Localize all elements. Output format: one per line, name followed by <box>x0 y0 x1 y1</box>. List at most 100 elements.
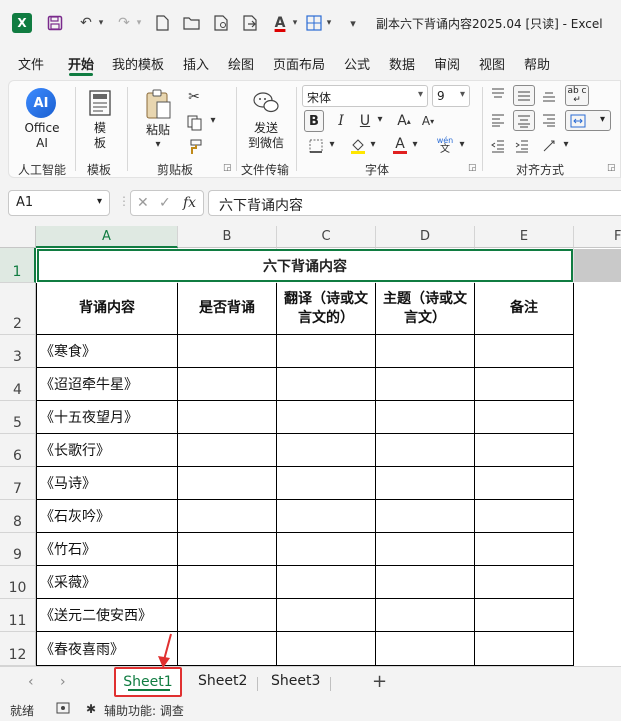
table-cell[interactable] <box>475 533 574 566</box>
tab-view[interactable]: 视图 <box>479 54 505 73</box>
accessibility-status[interactable]: 辅助功能: 调查 <box>104 702 184 719</box>
tab-my-templates[interactable]: 我的模板 <box>112 54 164 73</box>
poem-title-cell[interactable]: 《十五夜望月》 <box>36 401 178 434</box>
table-cell[interactable] <box>277 434 376 467</box>
font-color-dropdown[interactable]: ▾ <box>410 139 420 150</box>
scroll-tabs-left-icon[interactable]: ‹ <box>28 674 34 690</box>
table-cell[interactable] <box>475 368 574 401</box>
poem-title-cell[interactable]: 《寒食》 <box>36 335 178 368</box>
copy-dropdown-icon[interactable]: ▾ <box>207 115 219 126</box>
sheet-tab-sheet2[interactable]: Sheet2 <box>198 673 247 689</box>
row-header-10[interactable]: 10 <box>0 566 36 599</box>
row-header-12[interactable]: 12 <box>0 632 36 666</box>
scroll-tabs-right-icon[interactable]: › <box>60 674 66 690</box>
name-box[interactable]: A1 ▾ <box>8 190 110 216</box>
table-cell[interactable] <box>376 566 475 599</box>
font-name-select[interactable]: 宋体 ▾ <box>302 85 428 107</box>
phonetic-guide-icon[interactable]: wén 文 <box>433 135 457 155</box>
header-cell-notes[interactable]: 备注 <box>475 283 574 335</box>
column-header-f[interactable]: F <box>574 226 621 248</box>
italic-button[interactable]: I <box>333 112 349 130</box>
fill-color-dropdown-icon[interactable]: ▾ <box>368 139 378 150</box>
undo-icon[interactable]: ↶ <box>76 12 96 34</box>
column-header-b[interactable]: B <box>178 226 277 248</box>
clipboard-launcher-icon[interactable]: ◲ <box>223 163 232 173</box>
table-cell[interactable] <box>178 401 277 434</box>
font-launcher-icon[interactable]: ◲ <box>468 163 477 173</box>
row-header-9[interactable]: 9 <box>0 533 36 566</box>
border-dropdown-icon[interactable]: ▾ <box>327 139 337 150</box>
table-cell[interactable] <box>277 599 376 632</box>
table-cell[interactable] <box>178 335 277 368</box>
undo-dropdown-icon[interactable]: ▾ <box>96 12 106 34</box>
font-size-select[interactable]: 9 ▾ <box>432 85 470 107</box>
fill-color-icon[interactable] <box>349 137 367 155</box>
align-left-icon[interactable] <box>489 111 507 129</box>
row-header-4[interactable]: 4 <box>0 368 36 401</box>
sheet-tab-sheet3[interactable]: Sheet3 <box>271 673 320 689</box>
table-cell[interactable] <box>376 533 475 566</box>
paste-dropdown-icon[interactable]: ▾ <box>150 139 166 150</box>
increase-font-icon[interactable]: A ▴ <box>395 112 413 130</box>
redo-icon[interactable]: ↷ <box>114 12 134 34</box>
print-preview-icon[interactable] <box>210 12 232 34</box>
align-center-button[interactable] <box>513 110 535 131</box>
table-cell[interactable] <box>376 467 475 500</box>
confirm-entry-icon[interactable]: ✓ <box>159 195 171 211</box>
poem-title-cell[interactable]: 《马诗》 <box>36 467 178 500</box>
row-header-8[interactable]: 8 <box>0 500 36 533</box>
save-icon[interactable] <box>46 12 64 34</box>
table-cell[interactable] <box>475 401 574 434</box>
align-bottom-icon[interactable] <box>540 86 558 104</box>
tab-draw[interactable]: 绘图 <box>228 54 254 73</box>
table-cell[interactable] <box>277 368 376 401</box>
font-color-button[interactable]: A <box>391 135 409 155</box>
select-all-corner[interactable] <box>0 226 36 248</box>
tab-home[interactable]: 开始 <box>68 54 94 73</box>
row-header-5[interactable]: 5 <box>0 401 36 434</box>
column-header-d[interactable]: D <box>376 226 475 248</box>
table-cell[interactable] <box>277 566 376 599</box>
poem-title-cell[interactable]: 《采薇》 <box>36 566 178 599</box>
tab-review[interactable]: 审阅 <box>434 54 460 73</box>
formula-input[interactable]: 六下背诵内容 <box>208 190 621 216</box>
phonetic-dropdown-icon[interactable]: ▾ <box>457 139 467 150</box>
table-cell[interactable] <box>277 500 376 533</box>
alignment-launcher-icon[interactable]: ◲ <box>607 163 616 173</box>
orientation-dropdown-icon[interactable]: ▾ <box>561 139 571 150</box>
spreadsheet-grid[interactable]: A B C D E F 1 2 3 4 5 6 7 8 9 10 11 12 六… <box>0 226 621 666</box>
borders-dropdown-icon[interactable]: ▾ <box>324 12 334 34</box>
table-cell[interactable] <box>277 401 376 434</box>
font-color-icon[interactable]: A <box>270 12 290 34</box>
decrease-indent-icon[interactable] <box>489 137 507 155</box>
table-cell[interactable] <box>475 467 574 500</box>
table-cell[interactable] <box>178 467 277 500</box>
table-cell[interactable] <box>475 434 574 467</box>
tab-file[interactable]: 文件 <box>18 54 44 73</box>
increase-indent-icon[interactable] <box>513 137 531 155</box>
merge-center-button[interactable]: ▾ <box>565 110 611 131</box>
header-cell-theme[interactable]: 主题（诗或文言文） <box>376 283 475 335</box>
cancel-entry-icon[interactable]: ✕ <box>137 195 149 211</box>
open-folder-icon[interactable] <box>180 12 202 34</box>
table-cell[interactable] <box>178 566 277 599</box>
align-right-icon[interactable] <box>540 111 558 129</box>
bold-button[interactable]: B <box>304 110 324 132</box>
table-cell[interactable] <box>277 467 376 500</box>
template-icon[interactable] <box>87 89 113 117</box>
wrap-text-button[interactable]: ab c ↵ <box>565 85 589 106</box>
underline-dropdown-icon[interactable]: ▾ <box>375 114 385 125</box>
tab-help[interactable]: 帮助 <box>524 54 550 73</box>
table-cell[interactable] <box>277 533 376 566</box>
table-cell[interactable] <box>178 434 277 467</box>
table-cell[interactable] <box>475 599 574 632</box>
orientation-icon[interactable] <box>541 137 559 155</box>
row-header-2[interactable]: 2 <box>0 283 36 335</box>
title-cell-a1[interactable]: 六下背诵内容 <box>37 249 573 282</box>
table-cell[interactable] <box>277 335 376 368</box>
table-cell[interactable] <box>376 401 475 434</box>
tab-data[interactable]: 数据 <box>389 54 415 73</box>
office-ai-icon[interactable]: AI <box>26 88 56 118</box>
borders-icon[interactable] <box>304 12 324 34</box>
export-icon[interactable] <box>240 12 262 34</box>
